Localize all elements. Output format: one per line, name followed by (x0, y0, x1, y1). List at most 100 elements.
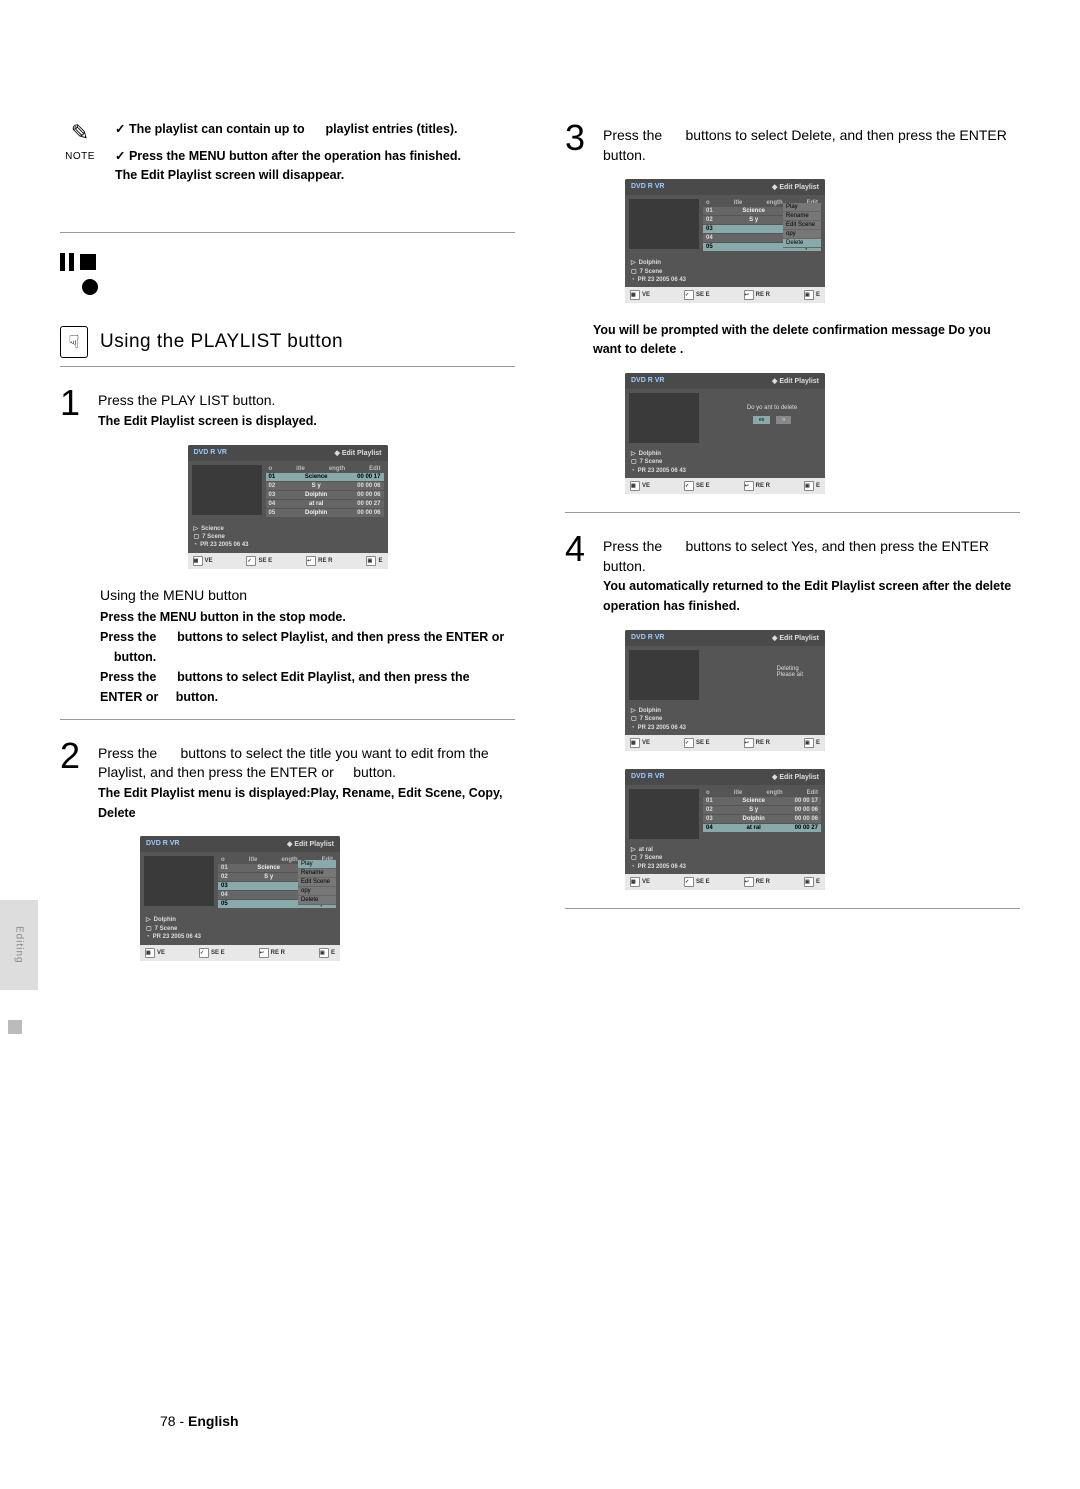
two-column-layout: ✎ NOTE ✓ The playlist can contain up to … (60, 120, 1020, 979)
side-tab: Editing (0, 900, 38, 990)
no-button[interactable]: o (776, 416, 791, 424)
step3-b: buttons to select Delete, and then press… (603, 127, 1007, 163)
osd-mode: DVD R VR (631, 773, 664, 781)
menu-item-rename[interactable]: Rename (298, 869, 336, 877)
menu-item-play[interactable]: Play (298, 860, 336, 868)
step1-text: Press the PLAY LIST button. (98, 392, 275, 408)
osd-mode: DVD R VR (194, 449, 227, 457)
bullet-icon: ✓ (115, 122, 129, 136)
note-icon: ✎ (60, 120, 100, 146)
menu-item-copy[interactable]: opy (783, 230, 821, 238)
osd-info: ▷ Dolphin ▢ 7 Scene ◔ PR 23 2005 06 43 (625, 704, 825, 735)
stop-icon (80, 254, 96, 270)
page-footer: 78 - English (160, 1413, 239, 1429)
record-icon (82, 279, 98, 295)
list-item[interactable]: 02S y00 00 06 (266, 482, 384, 490)
osd-info: ▷ at ral ▢ 7 Scene ◔ PR 23 2005 06 43 (625, 843, 825, 874)
step4-a: Press the (603, 538, 662, 554)
step-1: 1 Press the PLAY LIST button. The Edit P… (60, 385, 515, 430)
note-line1a: The playlist can contain up to (129, 122, 305, 136)
step-number: 1 (60, 385, 88, 430)
section-heading: Using the PLAYLIST button (100, 331, 343, 353)
col-title: itle (296, 466, 305, 472)
osd-footer: ▦VE ✓SE E ↩RE R ▣E (625, 287, 825, 303)
osd-title: ◆ Edit Playlist (772, 377, 819, 385)
step-body: Press the buttons to select Yes, and the… (603, 531, 1020, 616)
step-body: Press the buttons to select Delete, and … (603, 120, 1020, 165)
step-body: Press the PLAY LIST button. The Edit Pla… (98, 385, 317, 430)
osd-preview (629, 789, 699, 839)
menu-sub-text: Press the MENU button in the stop mode. … (100, 607, 515, 707)
prompt-text: You will be prompted with the delete con… (593, 321, 1020, 359)
osd-confirm-dialog: Do yo ant to delete es o (727, 399, 817, 430)
divider (565, 512, 1020, 513)
osd-title: ◆ Edit Playlist (772, 183, 819, 191)
osd-title: ◆ Edit Playlist (334, 449, 381, 457)
col-len: ength (329, 466, 345, 472)
list-item[interactable]: 01Science00 00 17 (266, 473, 384, 481)
step-2: 2 Press the buttons to select the title … (60, 738, 515, 823)
osd-screen-6: DVD R VR ◆ Edit Playlist o itle ength Ed… (625, 769, 825, 890)
list-item[interactable]: 05Dolphin00 00 06 (266, 509, 384, 517)
osd-info: ▷ Dolphin ▢ 7 Scene ◔ PR 23 2005 06 43 (625, 447, 825, 478)
manual-page: Editing ✎ NOTE ✓ The playlist can contai… (0, 0, 1080, 1489)
osd-screen-4: DVD R VR ◆ Edit Playlist ▷ Dolphin ▢ 7 S… (625, 373, 825, 494)
step-3: 3 Press the buttons to select Delete, an… (565, 120, 1020, 165)
note-line1b: playlist entries (titles). (326, 122, 458, 136)
note-text: ✓ The playlist can contain up to playlis… (115, 120, 461, 192)
osd-footer: ▦VE ✓SE E ↩RE R ▣E (625, 874, 825, 890)
osd-mode: DVD R VR (631, 377, 664, 385)
page-number: 78 - (160, 1413, 184, 1429)
list-item[interactable]: 01Science00 00 17 (703, 797, 821, 805)
col-edit: Edit (369, 466, 380, 472)
list-item[interactable]: 04at ral00 00 27 (703, 824, 821, 832)
step4-bold: You automatically returned to the Edit P… (603, 579, 1011, 613)
side-marker (8, 1020, 22, 1034)
page-language: English (188, 1413, 239, 1429)
step-number: 4 (565, 531, 593, 616)
step1-bold: The Edit Playlist screen is displayed. (98, 414, 317, 428)
step2-a: Press the (98, 745, 157, 761)
hand-icon: ☟ (60, 326, 88, 358)
osd-footer: ▦VE ✓SE E ↩RE R ▣E (625, 735, 825, 751)
menu-item-copy[interactable]: opy (298, 887, 336, 895)
osd-preview (144, 856, 214, 906)
menu-item-rename[interactable]: Rename (783, 212, 821, 220)
dialog-message: Do yo ant to delete (733, 405, 811, 411)
step-number: 2 (60, 738, 88, 823)
menu-subheading: Using the MENU button (100, 587, 515, 603)
yes-button[interactable]: es (753, 416, 770, 424)
menu-item-editscene[interactable]: Edit Scene (298, 878, 336, 886)
list-item[interactable]: 02S y00 00 06 (703, 806, 821, 814)
divider (565, 908, 1020, 909)
col-no: o (269, 466, 273, 472)
step2-c: button. (353, 764, 396, 780)
osd-list: o itle ength Edit 01Science00 00 17 02S … (266, 465, 384, 518)
osd-preview (629, 650, 699, 700)
note-label: NOTE (65, 151, 95, 162)
list-item[interactable]: 03Dolphin00 00 06 (266, 491, 384, 499)
menu-item-play[interactable]: Play (783, 203, 821, 211)
osd-info: ▷ Science ▢ 7 Scene ◔ PR 23 2005 06 43 (188, 522, 388, 553)
step-4: 4 Press the buttons to select Yes, and t… (565, 531, 1020, 616)
step-number: 3 (565, 120, 593, 165)
osd-preview (192, 465, 262, 515)
note-block: ✎ NOTE ✓ The playlist can contain up to … (60, 120, 515, 192)
menu-item-delete[interactable]: Delete (783, 239, 821, 247)
osd-screen-5: DVD R VR ◆ Edit Playlist ▷ Dolphin ▢ 7 S… (625, 630, 825, 751)
left-column: ✎ NOTE ✓ The playlist can contain up to … (60, 120, 515, 979)
list-item[interactable]: 03Dolphin00 00 06 (703, 815, 821, 823)
right-column: 3 Press the buttons to select Delete, an… (565, 120, 1020, 979)
step2-b: buttons to select the title you want to … (98, 745, 489, 781)
menu-item-delete[interactable]: Delete (298, 896, 336, 904)
osd-wait-dialog: Deleting Please ait (769, 660, 811, 684)
osd-mode: DVD R VR (146, 840, 179, 848)
osd-footer: ▦VE ✓SE E ↩RE R ▣E (140, 945, 340, 961)
osd-title: ◆ Edit Playlist (287, 840, 334, 848)
menu-item-editscene[interactable]: Edit Scene (783, 221, 821, 229)
osd-preview (629, 199, 699, 249)
bullet-icon: ✓ (115, 149, 129, 163)
transport-icons (60, 253, 515, 271)
list-item[interactable]: 04at ral00 00 27 (266, 500, 384, 508)
osd-list: o itle ength Edit 01Science00 00 17 02S … (703, 789, 821, 839)
